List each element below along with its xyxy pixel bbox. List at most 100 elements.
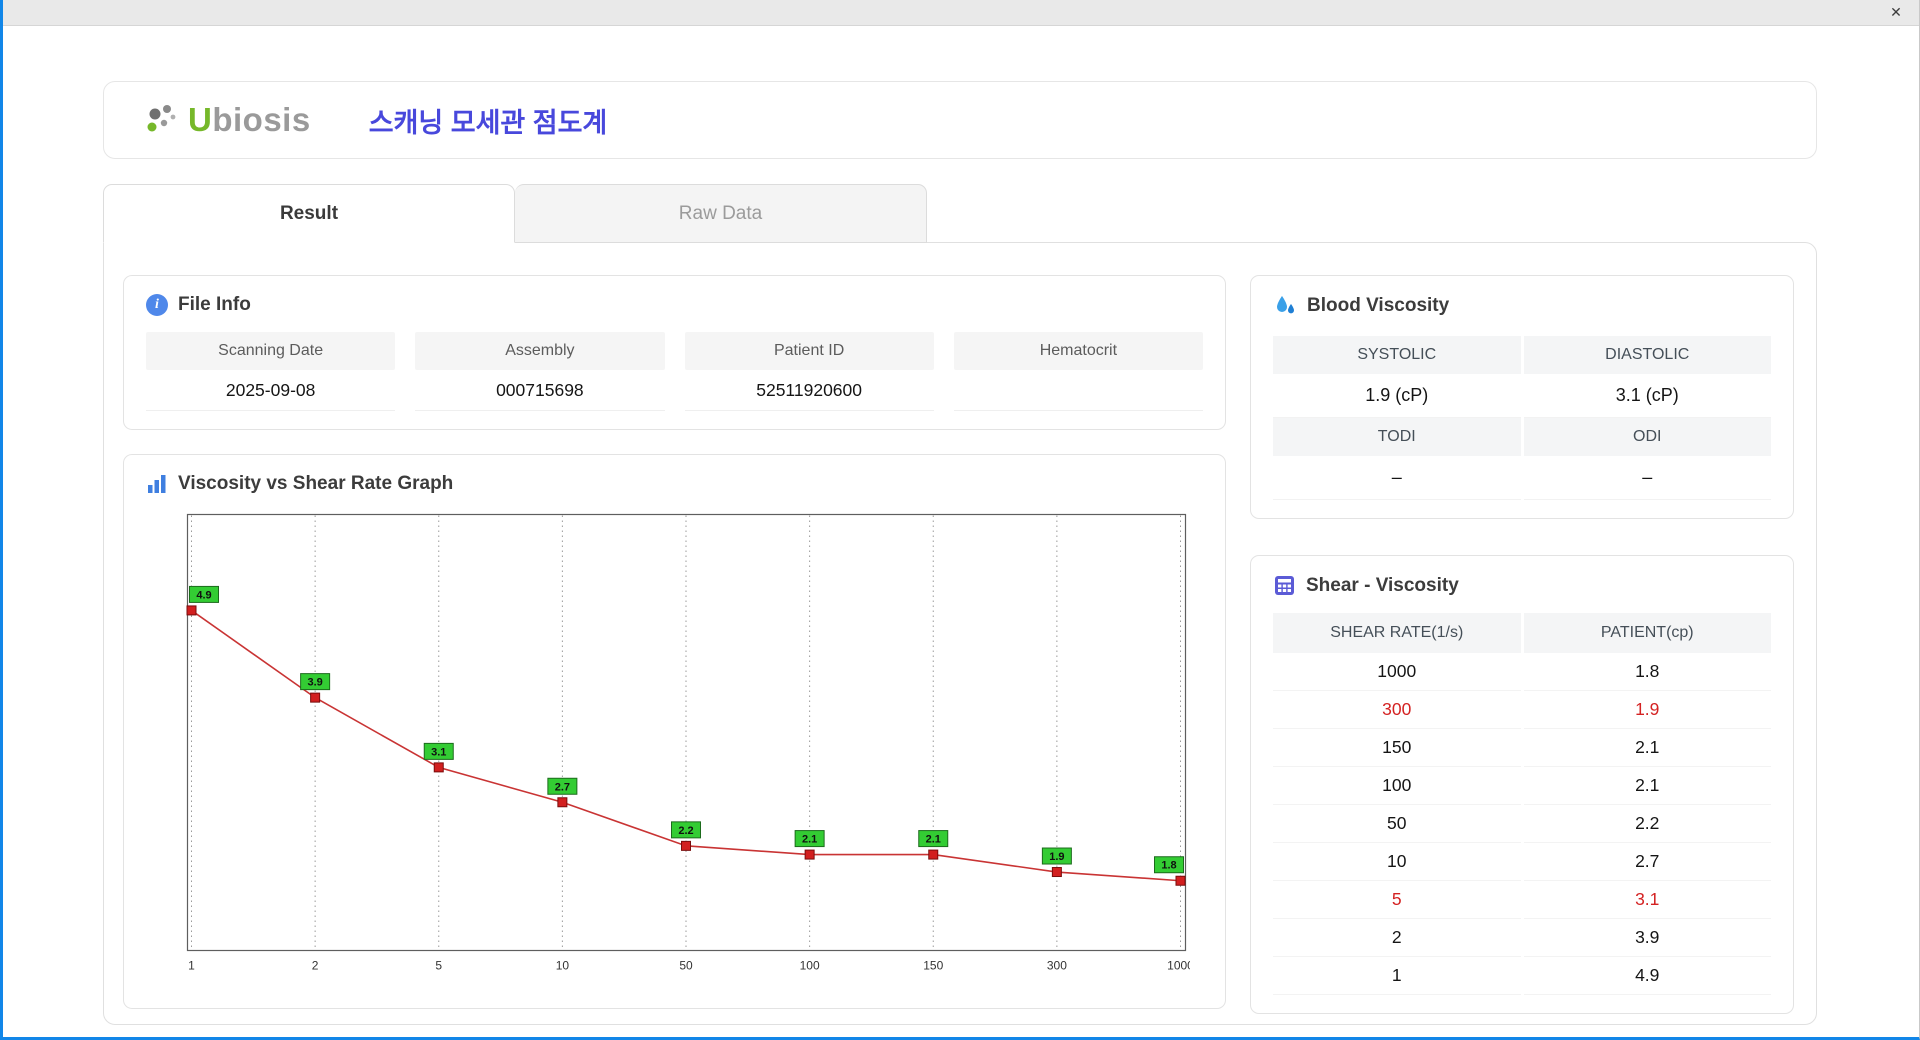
bv-value-row: – – xyxy=(1273,456,1771,500)
svg-text:1000: 1000 xyxy=(1167,959,1190,973)
svg-text:2.1: 2.1 xyxy=(802,834,817,846)
blood-viscosity-card: Blood Viscosity SYSTOLIC DIASTOLIC 1.9 (cP… xyxy=(1250,275,1794,519)
bv-header-cell: ODI xyxy=(1523,418,1771,456)
viscosity-chart: 1 2 5 10 50 100 150 300 1000 4.9 3.9 3.1 2.7 2.2 2.1 2.… xyxy=(186,513,1194,973)
svg-text:4.9: 4.9 xyxy=(196,589,211,601)
blood-viscosity-table: SYSTOLIC DIASTOLIC 1.9 (cP) 3.1 (cP) TODI ODI… xyxy=(1273,336,1771,500)
table-row: 150 2.1 xyxy=(1273,729,1771,767)
window-close-button[interactable]: ✕ xyxy=(1886,4,1906,21)
table-row: 5 3.1 xyxy=(1273,881,1771,919)
app-content: Ubiosis 스캐닝 모세관 점도계 Result Raw Data i Fi… xyxy=(0,26,1920,1025)
shear-viscosity-title: Shear - Viscosity xyxy=(1306,574,1459,596)
patient-cell: 3.9 xyxy=(1523,919,1771,957)
table-row: 2 3.9 xyxy=(1273,919,1771,957)
shear-rate-cell: 1 xyxy=(1273,957,1521,995)
bv-header-cell: SYSTOLIC xyxy=(1273,336,1521,374)
field-value: 52511920600 xyxy=(684,370,934,411)
tab-bar: Result Raw Data xyxy=(103,184,1920,243)
shear-viscosity-card: Shear - Viscosity SHEAR RATE(1/s) PATIEN… xyxy=(1250,555,1794,1014)
patient-cell: 4.9 xyxy=(1523,957,1771,995)
shear-rate-cell: 1000 xyxy=(1273,653,1521,691)
shear-rate-cell: 300 xyxy=(1273,691,1521,729)
svg-text:2: 2 xyxy=(312,959,319,973)
bv-header-cell: TODI xyxy=(1273,418,1521,456)
svg-text:50: 50 xyxy=(679,959,693,973)
shear-table-rows: 1000 1.8 300 1.9 150 2.1 100 2.1 50 2.2 10 2.7 5 3.1 2… xyxy=(1273,653,1771,995)
bv-value-cell: – xyxy=(1273,456,1521,500)
shear-rate-cell: 5 xyxy=(1273,881,1521,919)
field-value xyxy=(953,370,1203,411)
shear-rate-cell: 150 xyxy=(1273,729,1521,767)
bv-value-cell: – xyxy=(1523,456,1771,500)
patient-cell: 1.9 xyxy=(1523,691,1771,729)
patient-column-header: PATIENT(cp) xyxy=(1523,613,1771,653)
app-header: Ubiosis 스캐닝 모세관 점도계 xyxy=(103,81,1817,159)
file-info-field-hematocrit: Hematocrit xyxy=(953,332,1203,411)
chart-container: 1 2 5 10 50 100 150 300 1000 4.9 3.9 3.1 2.7 2.2 2.1 2.… xyxy=(186,513,1203,990)
field-label: Assembly xyxy=(415,332,665,370)
svg-text:3.9: 3.9 xyxy=(307,677,322,689)
blood-drops-icon xyxy=(1273,294,1297,318)
blood-viscosity-title: Blood Viscosity xyxy=(1307,295,1450,316)
file-info-field-patient-id: Patient ID 52511920600 xyxy=(684,332,934,411)
table-row: 10 2.7 xyxy=(1273,843,1771,881)
svg-text:1.8: 1.8 xyxy=(1161,860,1176,872)
field-value: 000715698 xyxy=(415,370,665,411)
field-label: Scanning Date xyxy=(146,332,396,370)
table-row: 100 2.1 xyxy=(1273,767,1771,805)
file-info-field-assembly: Assembly 000715698 xyxy=(415,332,665,411)
svg-text:2.7: 2.7 xyxy=(555,781,570,793)
ubiosis-logo: Ubiosis xyxy=(146,100,311,140)
table-row: 300 1.9 xyxy=(1273,691,1771,729)
field-value: 2025-09-08 xyxy=(146,370,396,411)
logo-letter-u: U xyxy=(188,101,213,138)
svg-text:150: 150 xyxy=(923,959,943,973)
patient-cell: 1.8 xyxy=(1523,653,1771,691)
svg-text:300: 300 xyxy=(1047,959,1067,973)
svg-text:5: 5 xyxy=(435,959,442,973)
tab-raw-data[interactable]: Raw Data xyxy=(515,184,927,243)
svg-text:3.1: 3.1 xyxy=(431,746,446,758)
patient-cell: 2.7 xyxy=(1523,843,1771,881)
field-label: Hematocrit xyxy=(953,332,1203,370)
tab-result[interactable]: Result xyxy=(103,184,515,243)
patient-cell: 2.1 xyxy=(1523,729,1771,767)
shear-rate-column-header: SHEAR RATE(1/s) xyxy=(1273,613,1521,653)
table-row: 1 4.9 xyxy=(1273,957,1771,995)
bv-header-cell: DIASTOLIC xyxy=(1523,336,1771,374)
graph-title: Viscosity vs Shear Rate Graph xyxy=(178,473,454,494)
shear-rate-cell: 50 xyxy=(1273,805,1521,843)
svg-text:100: 100 xyxy=(800,959,820,973)
svg-text:1: 1 xyxy=(188,959,195,973)
field-label: Patient ID xyxy=(684,332,934,370)
svg-text:10: 10 xyxy=(556,959,570,973)
bv-value-cell: 1.9 (cP) xyxy=(1273,374,1521,418)
right-column: Blood Viscosity SYSTOLIC DIASTOLIC 1.9 (cP… xyxy=(1250,275,1794,1014)
left-column: i File Info Scanning Date 2025-09-08 Assem… xyxy=(123,275,1226,1009)
bv-header-row: TODI ODI xyxy=(1273,418,1771,456)
file-info-title: File Info xyxy=(178,294,251,315)
table-row: 1000 1.8 xyxy=(1273,653,1771,691)
svg-text:2.2: 2.2 xyxy=(678,825,693,837)
window-titlebar: ✕ xyxy=(0,0,1920,26)
logo-rest: biosis xyxy=(212,101,311,138)
result-panel: i File Info Scanning Date 2025-09-08 Assem… xyxy=(103,242,1817,1025)
bv-value-cell: 3.1 (cP) xyxy=(1523,374,1771,418)
info-icon: i xyxy=(146,294,168,316)
bv-value-row: 1.9 (cP) 3.1 (cP) xyxy=(1273,374,1771,418)
file-info-field-scanning-date: Scanning Date 2025-09-08 xyxy=(146,332,396,411)
viscosity-graph-card: Viscosity vs Shear Rate Graph 1 2 5 10 50 100… xyxy=(123,454,1226,1009)
shear-viscosity-table: SHEAR RATE(1/s) PATIENT(cp) 1000 1.8 300 1.… xyxy=(1273,613,1771,995)
bar-chart-icon xyxy=(146,473,168,495)
shear-rate-cell: 2 xyxy=(1273,919,1521,957)
svg-text:1.9: 1.9 xyxy=(1049,851,1064,863)
file-info-fields: Scanning Date 2025-09-08 Assembly 000715698… xyxy=(146,332,1203,411)
shear-rate-cell: 10 xyxy=(1273,843,1521,881)
page-title: 스캐닝 모세관 점도계 xyxy=(368,107,608,138)
logo-text: Ubiosis xyxy=(188,101,311,139)
patient-cell: 2.2 xyxy=(1523,805,1771,843)
table-row: 50 2.2 xyxy=(1273,805,1771,843)
svg-text:2.1: 2.1 xyxy=(926,834,941,846)
patient-cell: 2.1 xyxy=(1523,767,1771,805)
file-info-card: i File Info Scanning Date 2025-09-08 Assem… xyxy=(123,275,1226,430)
